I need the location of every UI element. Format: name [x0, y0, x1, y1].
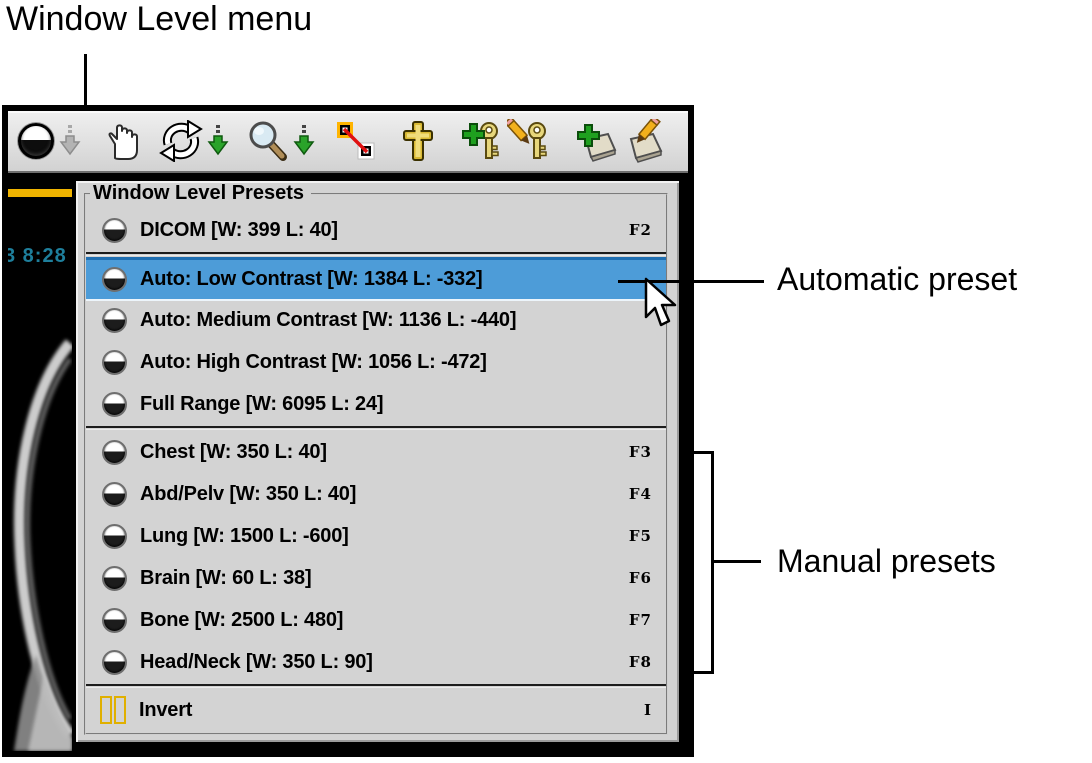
- preset-shortcut: F5: [629, 527, 652, 545]
- edit-key-button[interactable]: [506, 116, 552, 166]
- callout-line-manual-presets: [711, 560, 761, 563]
- toolbar: [8, 111, 688, 173]
- preset-label: Invert: [139, 699, 636, 722]
- window-level-button[interactable]: [16, 116, 56, 166]
- preset-shortcut: F6: [629, 569, 652, 587]
- window-level-sphere-icon: [102, 392, 127, 417]
- preset-shortcut: F8: [629, 653, 652, 671]
- preset-label: Lung [W: 1500 L: -600]: [140, 525, 621, 548]
- preset-shortcut: F7: [629, 611, 652, 629]
- refresh-button[interactable]: [158, 116, 204, 166]
- window-level-sphere-icon: [102, 440, 127, 465]
- menu-separator: [86, 684, 666, 688]
- window-level-sphere-icon: [102, 608, 127, 633]
- add-key-icon: [459, 119, 503, 163]
- window-level-presets-popup: Window Level Presets DICOM [W: 399 L: 40…: [72, 177, 688, 751]
- window-level-sphere-icon: [102, 308, 127, 333]
- preset-menu-item[interactable]: Chest [W: 350 L: 40] F3: [86, 431, 666, 473]
- window-level-sphere-icon: [102, 218, 127, 243]
- annotation-manual-presets: Manual presets: [777, 543, 996, 580]
- preset-label: Head/Neck [W: 350 L: 90]: [140, 651, 621, 674]
- invert-menu-item[interactable]: Invert I: [86, 689, 666, 731]
- refresh-dropdown-button[interactable]: [206, 116, 230, 166]
- preset-label: Abd/Pelv [W: 350 L: 40]: [140, 483, 621, 506]
- edit-key-icon: [507, 119, 551, 163]
- gold-cross-button[interactable]: [398, 116, 438, 166]
- figure-canvas: Window Level menu: [0, 0, 1092, 763]
- preset-menu-item[interactable]: Full Range [W: 6095 L: 24]: [86, 383, 666, 425]
- preset-shortcut: F3: [629, 443, 652, 461]
- link-stack-icon: [336, 121, 376, 161]
- preset-menu-item[interactable]: Head/Neck [W: 350 L: 90] F8: [86, 641, 666, 683]
- zoom-button[interactable]: [244, 116, 290, 166]
- preset-menu-item[interactable]: Lung [W: 1500 L: -600] F5: [86, 515, 666, 557]
- window-level-sphere-icon: [102, 524, 127, 549]
- window-level-sphere-icon: [102, 650, 127, 675]
- preset-label: Auto: Medium Contrast [W: 1136 L: -440]: [140, 309, 644, 332]
- preset-label: Chest [W: 350 L: 40]: [140, 441, 621, 464]
- application-window: 3 8:28 Window Level Presets: [2, 105, 694, 757]
- edit-note-button[interactable]: [622, 116, 668, 166]
- ct-image-fragment: [8, 173, 72, 751]
- bracket-bottom-line: [686, 671, 714, 674]
- bracket-top-line: [686, 451, 714, 454]
- preset-menu-item[interactable]: Abd/Pelv [W: 350 L: 40] F4: [86, 473, 666, 515]
- preset-shortcut: F4: [629, 485, 652, 503]
- pan-button[interactable]: [104, 116, 144, 166]
- preset-menu-item[interactable]: Bone [W: 2500 L: 480] F7: [86, 599, 666, 641]
- preset-label: Auto: High Contrast [W: 1056 L: -472]: [140, 351, 644, 374]
- zoom-magnifier-icon: [245, 120, 289, 162]
- link-stack-button[interactable]: [336, 116, 376, 166]
- preset-menu-item[interactable]: Brain [W: 60 L: 38] F6: [86, 557, 666, 599]
- preset-label: DICOM [W: 399 L: 40]: [140, 219, 621, 242]
- preset-menu-item[interactable]: Auto: Low Contrast [W: 1384 L: -332]: [86, 257, 666, 299]
- callout-line-automatic-preset: [618, 280, 764, 283]
- preset-label: Auto: Low Contrast [W: 1384 L: -332]: [140, 268, 644, 291]
- pan-hand-icon: [105, 120, 143, 162]
- dropdown-arrow-green-icon: [293, 124, 315, 158]
- preset-menu-item[interactable]: DICOM [W: 399 L: 40] F2: [86, 209, 666, 251]
- invert-icon: [100, 696, 126, 724]
- dropdown-arrow-disabled-icon: [59, 124, 81, 158]
- menu-separator: [86, 252, 666, 256]
- add-key-button[interactable]: [458, 116, 504, 166]
- add-note-icon: [575, 119, 619, 163]
- window-level-presets-groupbox: Window Level Presets DICOM [W: 399 L: 40…: [84, 182, 668, 735]
- preset-menu-list: DICOM [W: 399 L: 40] F2 Auto: Low Contra…: [86, 209, 666, 733]
- groupbox-title: Window Level Presets: [90, 182, 311, 205]
- window-level-icon: [18, 123, 54, 159]
- gold-cross-icon: [399, 120, 437, 162]
- dropdown-arrow-green-icon: [207, 124, 229, 158]
- add-note-button[interactable]: [574, 116, 620, 166]
- window-level-sphere-icon: [102, 482, 127, 507]
- mouse-cursor-icon: [643, 277, 681, 329]
- zoom-dropdown-button[interactable]: [292, 116, 316, 166]
- preset-menu-item[interactable]: Auto: High Contrast [W: 1056 L: -472]: [86, 341, 666, 383]
- refresh-icon: [159, 120, 203, 162]
- menu-separator: [86, 426, 666, 430]
- preset-shortcut: I: [644, 701, 652, 719]
- window-level-dropdown-button[interactable]: [58, 116, 82, 166]
- preset-label: Brain [W: 60 L: 38]: [140, 567, 621, 590]
- annotation-automatic-preset: Automatic preset: [777, 261, 1017, 298]
- edit-note-icon: [623, 119, 667, 163]
- window-level-sphere-icon: [102, 566, 127, 591]
- annotation-window-level-menu: Window Level menu: [6, 0, 312, 39]
- window-level-sphere-icon: [102, 267, 127, 292]
- window-level-sphere-icon: [102, 350, 127, 375]
- preset-menu-item[interactable]: Auto: Medium Contrast [W: 1136 L: -440]: [86, 299, 666, 341]
- preset-label: Full Range [W: 6095 L: 24]: [140, 393, 644, 416]
- preset-shortcut: F2: [629, 221, 652, 239]
- preset-label: Bone [W: 2500 L: 480]: [140, 609, 621, 632]
